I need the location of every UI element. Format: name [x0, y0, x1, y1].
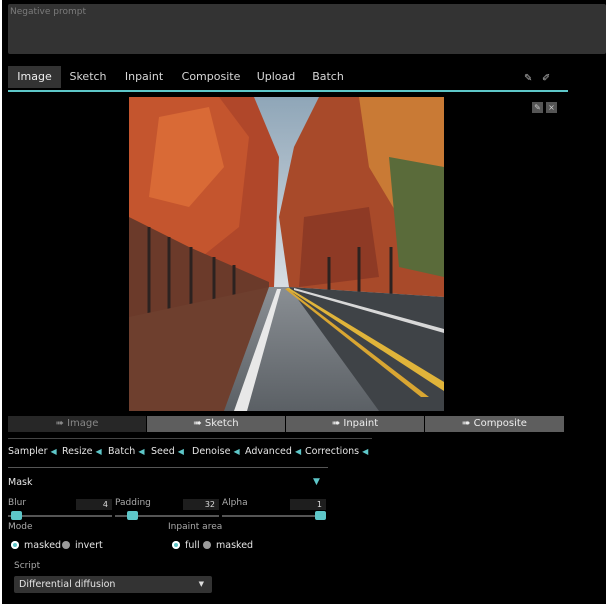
radio-label: invert	[75, 540, 103, 551]
padding-slider-thumb[interactable]	[127, 511, 138, 520]
accordion-label: Corrections	[305, 446, 360, 457]
padding-value-input[interactable]: 32	[183, 499, 219, 510]
alpha-slider-thumb[interactable]	[315, 511, 326, 520]
radio-label: full	[185, 540, 200, 551]
blur-slider-thumb[interactable]	[11, 511, 22, 520]
negative-prompt-field[interactable]: Negative prompt	[8, 4, 606, 54]
image-tabs: Image Sketch Inpaint Composite Upload Ba…	[8, 66, 568, 92]
blur-slider[interactable]	[8, 515, 112, 517]
accordion-batch[interactable]: Batch ◀	[108, 446, 144, 457]
accordion-label: Resize	[62, 446, 93, 457]
alpha-slider[interactable]	[222, 515, 326, 517]
script-label: Script	[14, 561, 41, 571]
accordion-label: Denoise	[192, 446, 231, 457]
mask-section-title[interactable]: Mask	[8, 477, 32, 488]
accordion-label: Sampler	[8, 446, 48, 457]
collapse-arrow-icon: ◀	[138, 447, 145, 456]
send-to-bar: ➠ Image ➠ Sketch ➠ Inpaint ➠ Composite	[8, 416, 564, 432]
tab-upload[interactable]: Upload	[252, 66, 300, 88]
autumn-road-photo	[129, 97, 444, 411]
divider	[8, 438, 372, 439]
eraser-icon[interactable]: ✐	[542, 73, 550, 84]
mode-invert-radio[interactable]: invert	[62, 540, 103, 551]
accordion-sampler[interactable]: Sampler ◀	[8, 446, 57, 457]
send-to-inpaint-button[interactable]: ➠ Inpaint	[286, 416, 424, 432]
accordion-seed[interactable]: Seed ◀	[151, 446, 184, 457]
accordion-corrections[interactable]: Corrections ◀	[305, 446, 368, 457]
collapse-arrow-icon: ◀	[50, 447, 57, 456]
mode-masked-radio[interactable]: masked	[11, 540, 61, 551]
mode-label: Mode	[8, 522, 33, 532]
edit-image-button[interactable]: ✎	[532, 102, 543, 113]
accordion-label: Batch	[108, 446, 136, 457]
padding-label: Padding	[115, 498, 151, 508]
radio-selected-icon	[172, 541, 180, 549]
tab-image[interactable]: Image	[8, 66, 61, 88]
divider	[8, 467, 328, 468]
collapse-arrow-icon: ◀	[362, 447, 369, 456]
accordion-label: Seed	[151, 446, 175, 457]
inpaint-area-masked-radio[interactable]: masked	[203, 540, 253, 551]
dropdown-caret-icon: ▼	[198, 580, 204, 588]
accordion-label: Advanced	[245, 446, 292, 457]
alpha-label: Alpha	[222, 498, 248, 508]
tab-batch[interactable]: Batch	[306, 66, 350, 88]
script-selected-value: Differential diffusion	[19, 579, 116, 590]
blur-value-input[interactable]: 4	[76, 499, 112, 510]
accordion-advanced[interactable]: Advanced ◀	[245, 446, 301, 457]
radio-label: masked	[216, 540, 254, 551]
accordion-denoise[interactable]: Denoise ◀	[192, 446, 240, 457]
blur-label: Blur	[8, 498, 27, 508]
inpaint-area-label: Inpaint area	[168, 522, 223, 532]
radio-unselected-icon	[62, 541, 70, 549]
accordion-resize[interactable]: Resize ◀	[62, 446, 102, 457]
alpha-value-input[interactable]: 1	[290, 499, 326, 510]
pencil-icon[interactable]: ✎	[524, 73, 532, 84]
app-window: Negative prompt Image Sketch Inpaint Com…	[2, 0, 606, 604]
collapse-arrow-icon: ◀	[177, 447, 184, 456]
send-to-composite-button[interactable]: ➠ Composite	[425, 416, 564, 432]
radio-label: masked	[24, 540, 62, 551]
close-image-button[interactable]: ×	[546, 102, 557, 113]
collapse-arrow-icon: ◀	[233, 447, 240, 456]
radio-unselected-icon	[203, 541, 211, 549]
collapse-arrow-icon: ◀	[95, 447, 102, 456]
collapse-arrow-icon: ◀	[294, 447, 302, 456]
tab-inpaint[interactable]: Inpaint	[118, 66, 170, 88]
radio-selected-icon	[11, 541, 19, 549]
tab-composite[interactable]: Composite	[176, 66, 246, 88]
script-select[interactable]: Differential diffusion ▼	[14, 576, 212, 593]
tab-sketch[interactable]: Sketch	[64, 66, 112, 88]
send-to-sketch-button[interactable]: ➠ Sketch	[147, 416, 285, 432]
negative-prompt-placeholder: Negative prompt	[10, 7, 86, 17]
send-to-image-button[interactable]: ➠ Image	[8, 416, 146, 432]
input-image[interactable]	[129, 97, 444, 411]
expand-arrow-icon[interactable]: ▼	[313, 477, 320, 487]
inpaint-area-full-radio[interactable]: full	[172, 540, 200, 551]
